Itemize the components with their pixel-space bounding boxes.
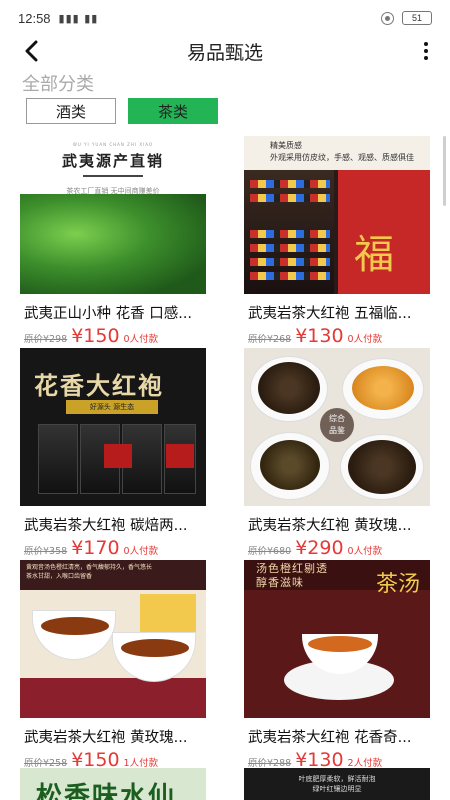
- original-price: 原价¥258: [24, 758, 68, 769]
- thumb-cha-text: 茶汤: [375, 572, 420, 597]
- sold-count: 1人付款: [123, 758, 159, 769]
- original-price: 原价¥358: [24, 546, 68, 557]
- tab-tea[interactable]: 茶类: [128, 98, 218, 124]
- header: 易品甄选: [0, 36, 450, 66]
- tab-liquor[interactable]: 酒类: [26, 98, 116, 124]
- partial-thumb-text: 松香味水仙: [36, 782, 177, 800]
- current-price: ¥130: [295, 325, 344, 347]
- product-image: 汤色橙红剔透 醇香滋味 茶汤: [244, 560, 430, 718]
- product-card[interactable]: 花香大红袍 好源头 源生态 武夷岩茶大红袍 碳焙两... 原价¥358 ¥170…: [20, 348, 206, 559]
- price-row: 原价¥680 ¥290 0人付款: [244, 537, 430, 559]
- product-card[interactable]: 汤色橙红剔透 醇香滋味 茶汤 武夷岩茶大红袍 花香奇... 原价¥288 ¥13…: [244, 560, 430, 771]
- thumb-fu-character: 福: [354, 232, 394, 278]
- sold-count: 2人付款: [347, 758, 383, 769]
- product-image: 花香大红袍 好源头 源生态: [20, 348, 206, 506]
- scrollbar[interactable]: [443, 136, 446, 206]
- original-price: 原价¥680: [248, 546, 292, 557]
- product-name: 武夷岩茶大红袍 五福临...: [248, 306, 412, 322]
- product-image: 黄观音汤色橙红清亮，香气馥郁持久，香气悠长 茶水甘甜，入喉口齿留香: [20, 560, 206, 718]
- original-price: 原价¥288: [248, 758, 292, 769]
- tea-leaves-image: [20, 194, 206, 294]
- sold-count: 0人付款: [347, 546, 383, 557]
- original-price: 原价¥298: [24, 334, 68, 345]
- status-right: 51: [381, 11, 432, 25]
- thumb-tag: 好源头 源生态: [66, 400, 158, 414]
- product-card[interactable]: 综合 品鉴 武夷岩茶大红袍 黄玫瑰... 原价¥680 ¥290 0人付款: [244, 348, 430, 559]
- status-bar: 12:58 ▮▮▮ ▮▮ 51: [0, 0, 450, 36]
- more-dot-icon: [424, 56, 428, 60]
- product-card[interactable]: 精美质感 外观采用仿皮纹，手感、观感、质感俱佳 福 武夷岩茶大红袍 五福临...…: [244, 136, 430, 347]
- product-name: 武夷岩茶大红袍 黄玫瑰...: [24, 730, 188, 746]
- category-section-label: 全部分类: [22, 74, 94, 95]
- product-image: 精美质感 外观采用仿皮纹，手感、观感、质感俱佳 福: [244, 136, 430, 294]
- thumb-title: 花香大红袍: [34, 371, 164, 400]
- partial-thumb-text: 叶底肥厚柔软，鲜活耐泡 绿叶红镶边明显: [298, 775, 376, 793]
- more-options-button[interactable]: [414, 36, 438, 66]
- product-image: WU YI YUAN CHAN ZHI XIAO 武夷源产直销 茶农工厂直销 无…: [20, 136, 206, 294]
- product-name: 武夷正山小种 花香 口感...: [24, 306, 193, 322]
- thumb-en-text: WU YI YUAN CHAN ZHI XIAO: [72, 142, 154, 147]
- price-row: 原价¥268 ¥130 0人付款: [244, 325, 430, 347]
- product-name: 武夷岩茶大红袍 花香奇...: [248, 730, 412, 746]
- battery-icon: 51: [402, 11, 432, 25]
- product-card-partial[interactable]: 松香味水仙: [20, 768, 206, 800]
- price-row: 原价¥358 ¥170 0人付款: [20, 537, 206, 559]
- notification-icon: [381, 11, 394, 25]
- price-row: 原价¥298 ¥150 0人付款: [20, 325, 206, 347]
- product-card-partial[interactable]: 叶底肥厚柔软，鲜活耐泡 绿叶红镶边明显: [244, 768, 430, 800]
- sold-count: 0人付款: [347, 334, 383, 345]
- status-time: 12:58: [18, 10, 51, 26]
- product-name: 武夷岩茶大红袍 黄玫瑰...: [248, 518, 412, 534]
- current-price: ¥290: [295, 537, 344, 559]
- product-name: 武夷岩茶大红袍 碳焙两...: [24, 518, 188, 534]
- category-tabs: 酒类 茶类: [26, 98, 218, 124]
- thumb-title: 武夷源产直销: [61, 152, 164, 170]
- original-price: 原价¥268: [248, 334, 292, 345]
- thumb-badge: 综合 品鉴: [320, 408, 354, 442]
- current-price: ¥170: [71, 537, 120, 559]
- current-price: ¥150: [71, 325, 120, 347]
- sold-count: 0人付款: [123, 334, 159, 345]
- more-dot-icon: [424, 49, 428, 53]
- more-dot-icon: [424, 42, 428, 46]
- sold-count: 0人付款: [123, 546, 159, 557]
- product-image: 综合 品鉴: [244, 348, 430, 506]
- product-card[interactable]: WU YI YUAN CHAN ZHI XIAO 武夷源产直销 茶农工厂直销 无…: [20, 136, 206, 347]
- thumb-band-text: 黄观音汤色橙红清亮，香气馥郁持久，香气悠长 茶水甘甜，入喉口齿留香: [20, 560, 206, 590]
- thumb-banner-text: 精美质感 外观采用仿皮纹，手感、观感、质感俱佳: [270, 141, 414, 162]
- page-title: 易品甄选: [186, 42, 263, 64]
- signal-icon: ▮▮▮ ▮▮: [58, 11, 99, 25]
- product-card[interactable]: 黄观音汤色橙红清亮，香气馥郁持久，香气悠长 茶水甘甜，入喉口齿留香 武夷岩茶大红…: [20, 560, 206, 771]
